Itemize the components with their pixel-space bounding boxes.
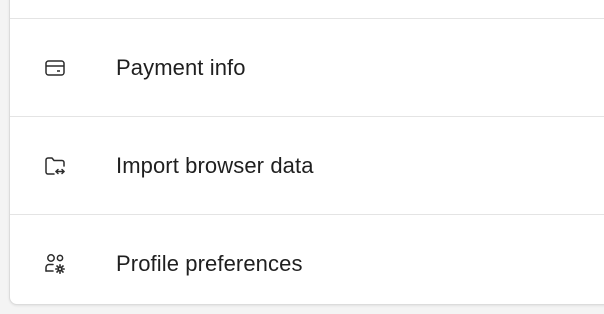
menu-item-profile-preferences[interactable]: Profile preferences	[10, 215, 604, 312]
folder-import-icon	[45, 156, 65, 175]
profile-settings-icon	[45, 253, 66, 274]
menu-item-label: Profile preferences	[116, 250, 303, 276]
menu-item-label: Import browser data	[116, 152, 314, 178]
menu-item-payment-info[interactable]: Payment info	[10, 19, 604, 116]
settings-menu-panel: Payment info Import browser data Profile…	[9, 0, 604, 305]
credit-card-icon	[45, 59, 65, 76]
menu-item-label: Payment info	[116, 54, 246, 80]
menu-item-import-browser-data[interactable]: Import browser data	[10, 117, 604, 214]
